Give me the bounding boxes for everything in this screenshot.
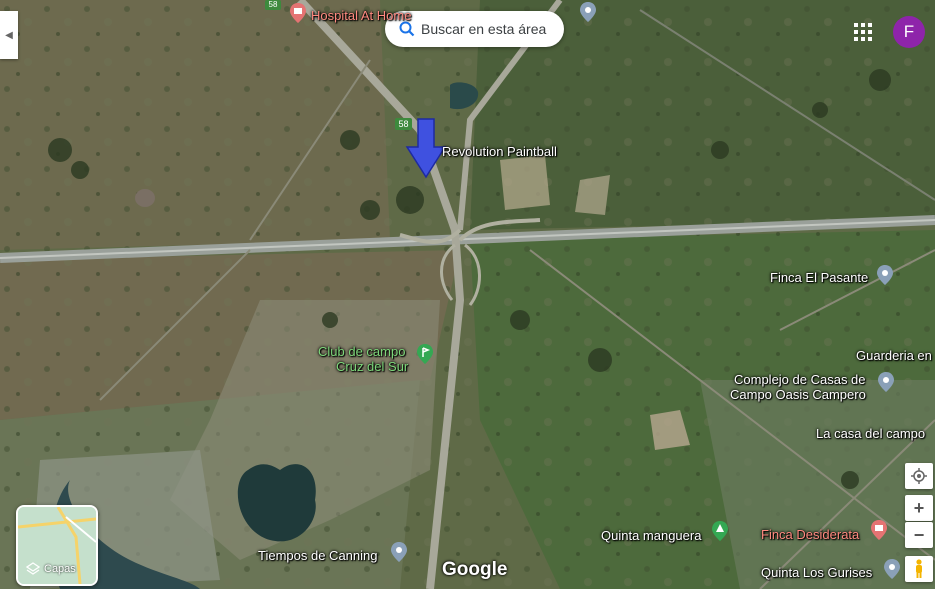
layers-button[interactable]: Capas — [16, 505, 98, 586]
chevron-left-icon: ◀ — [5, 29, 13, 41]
hospital-pin-icon[interactable] — [288, 3, 308, 23]
place-pin-icon[interactable] — [876, 372, 896, 392]
place-pin-icon[interactable] — [578, 2, 598, 22]
location-arrow-marker[interactable] — [405, 117, 447, 179]
park-pin-icon[interactable] — [710, 521, 730, 541]
search-icon — [399, 21, 415, 37]
zoom-out-button[interactable]: − — [905, 522, 933, 548]
street-view-pegman-button[interactable] — [905, 556, 933, 582]
my-location-button[interactable] — [905, 463, 933, 489]
place-pin-icon[interactable] — [882, 559, 902, 579]
search-label: Buscar en esta área — [421, 21, 547, 37]
place-label-club-2[interactable]: Cruz del Sur — [336, 359, 408, 374]
place-label-quinta-manguera[interactable]: Quinta manguera — [601, 528, 701, 543]
place-label-hospital[interactable]: Hospital At Home — [311, 8, 411, 23]
place-label-complejo-2[interactable]: Campo Oasis Campero — [730, 387, 866, 402]
place-label-quinta-gurises[interactable]: Quinta Los Gurises — [761, 565, 872, 580]
place-label-tiempos[interactable]: Tiempos de Canning — [258, 548, 377, 563]
layers-label: Capas — [44, 563, 76, 575]
place-label-finca-desiderata[interactable]: Finca Desiderata — [761, 527, 859, 542]
place-label-finca-pasante[interactable]: Finca El Pasante — [770, 270, 868, 285]
route-shield: 58 — [265, 0, 281, 10]
pegman-icon — [916, 559, 922, 578]
place-pin-icon[interactable] — [875, 265, 895, 285]
account-avatar[interactable]: F — [893, 16, 925, 48]
layers-icon — [26, 562, 40, 575]
place-label-revolution[interactable]: Revolution Paintball — [442, 144, 557, 159]
zoom-in-button[interactable]: + — [905, 495, 933, 521]
google-logo: Google — [442, 559, 508, 580]
place-label-casa-campo[interactable]: La casa del campo — [816, 426, 925, 441]
place-pin-icon[interactable] — [389, 542, 409, 562]
satellite-map[interactable] — [0, 0, 935, 589]
golf-pin-icon[interactable] — [415, 344, 435, 364]
place-label-complejo[interactable]: Complejo de Casas de — [734, 372, 866, 387]
crosshair-icon — [911, 468, 927, 484]
collapse-side-panel-button[interactable]: ◀ — [0, 11, 18, 59]
apps-grid-icon[interactable] — [853, 22, 873, 42]
place-label-guarderia[interactable]: Guarderia en — [856, 348, 932, 363]
hospital-pin-icon[interactable] — [869, 520, 889, 540]
search-this-area-button[interactable]: Buscar en esta área — [385, 11, 564, 47]
place-label-club[interactable]: Club de campo — [318, 344, 405, 359]
